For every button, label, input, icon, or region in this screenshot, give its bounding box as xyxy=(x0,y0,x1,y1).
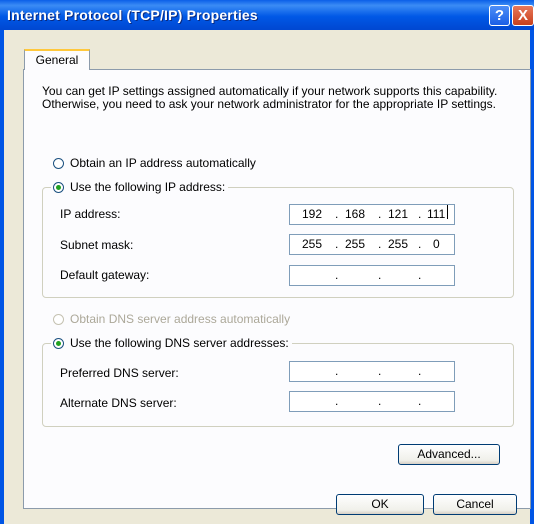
alternate-dns-dot-3: . xyxy=(418,394,422,408)
subnet-mask-dot-1: . xyxy=(335,237,339,251)
help-icon[interactable]: ? xyxy=(489,5,510,26)
ip-address-dot-1: . xyxy=(335,207,339,221)
radio-use-dns[interactable]: Use the following DNS server addresses: xyxy=(51,335,292,351)
window-title: Internet Protocol (TCP/IP) Properties xyxy=(7,7,258,23)
default-gateway-dot-3: . xyxy=(418,268,422,282)
ip-address-dot-2: . xyxy=(378,207,382,221)
text-caret xyxy=(447,205,448,219)
ip-address-octet-1: 192 xyxy=(302,207,323,221)
advanced-button[interactable]: Advanced... xyxy=(398,444,500,465)
radio-use-dns-label: Use the following DNS server addresses: xyxy=(70,336,289,350)
alternate-dns-dot-1: . xyxy=(335,394,339,408)
intro-text: You can get IP settings assigned automat… xyxy=(42,84,498,111)
ok-button[interactable]: OK xyxy=(336,494,424,515)
radio-use-dns-circle[interactable] xyxy=(53,337,64,349)
subnet-mask-octet-4: 0 xyxy=(433,237,440,251)
subnet-mask-dot-3: . xyxy=(418,237,422,251)
radio-use-ip-label: Use the following IP address: xyxy=(70,180,226,194)
default-gateway-label: Default gateway: xyxy=(60,268,150,282)
preferred-dns-input[interactable]: . . . xyxy=(289,361,455,382)
radio-obtain-dns-auto-circle[interactable] xyxy=(53,313,64,325)
preferred-dns-dot-2: . xyxy=(378,364,382,378)
radio-obtain-ip-auto-label: Obtain an IP address automatically xyxy=(70,156,256,170)
ip-address-input[interactable]: 192 . 168 . 121 . 111 xyxy=(289,204,455,225)
alternate-dns-label: Alternate DNS server: xyxy=(60,396,177,410)
ip-address-octet-2: 168 xyxy=(345,207,366,221)
ip-address-label: IP address: xyxy=(60,207,121,221)
default-gateway-input[interactable]: . . . xyxy=(289,265,455,286)
radio-use-ip-circle[interactable] xyxy=(53,181,64,193)
radio-use-ip[interactable]: Use the following IP address: xyxy=(51,179,229,195)
subnet-mask-label: Subnet mask: xyxy=(60,238,134,252)
default-gateway-dot-2: . xyxy=(378,268,382,282)
preferred-dns-label: Preferred DNS server: xyxy=(60,366,179,380)
radio-obtain-ip-auto[interactable]: Obtain an IP address automatically xyxy=(53,155,256,171)
preferred-dns-dot-1: . xyxy=(335,364,339,378)
ip-address-octet-3: 121 xyxy=(388,207,409,221)
ip-address-dot-3: . xyxy=(418,207,422,221)
radio-obtain-dns-auto-label: Obtain DNS server address automatically xyxy=(70,312,291,326)
subnet-mask-dot-2: . xyxy=(378,237,382,251)
radio-obtain-dns-auto[interactable]: Obtain DNS server address automatically xyxy=(53,311,290,327)
cancel-button[interactable]: Cancel xyxy=(433,494,517,515)
subnet-mask-octet-2: 255 xyxy=(345,237,366,251)
ip-address-octet-4: 111 xyxy=(427,207,446,221)
subnet-mask-octet-1: 255 xyxy=(302,237,323,251)
dns-server-group xyxy=(42,343,514,427)
radio-obtain-ip-auto-circle[interactable] xyxy=(53,157,64,169)
title-bar[interactable]: Internet Protocol (TCP/IP) Properties ? … xyxy=(0,0,534,30)
tab-general[interactable]: General xyxy=(24,49,90,70)
subnet-mask-input[interactable]: 255 . 255 . 255 . 0 xyxy=(289,234,455,255)
default-gateway-dot-1: . xyxy=(335,268,339,282)
alternate-dns-dot-2: . xyxy=(378,394,382,408)
alternate-dns-input[interactable]: . . . xyxy=(289,391,455,412)
preferred-dns-dot-3: . xyxy=(418,364,422,378)
close-icon[interactable]: X xyxy=(512,5,534,26)
subnet-mask-octet-3: 255 xyxy=(388,237,409,251)
